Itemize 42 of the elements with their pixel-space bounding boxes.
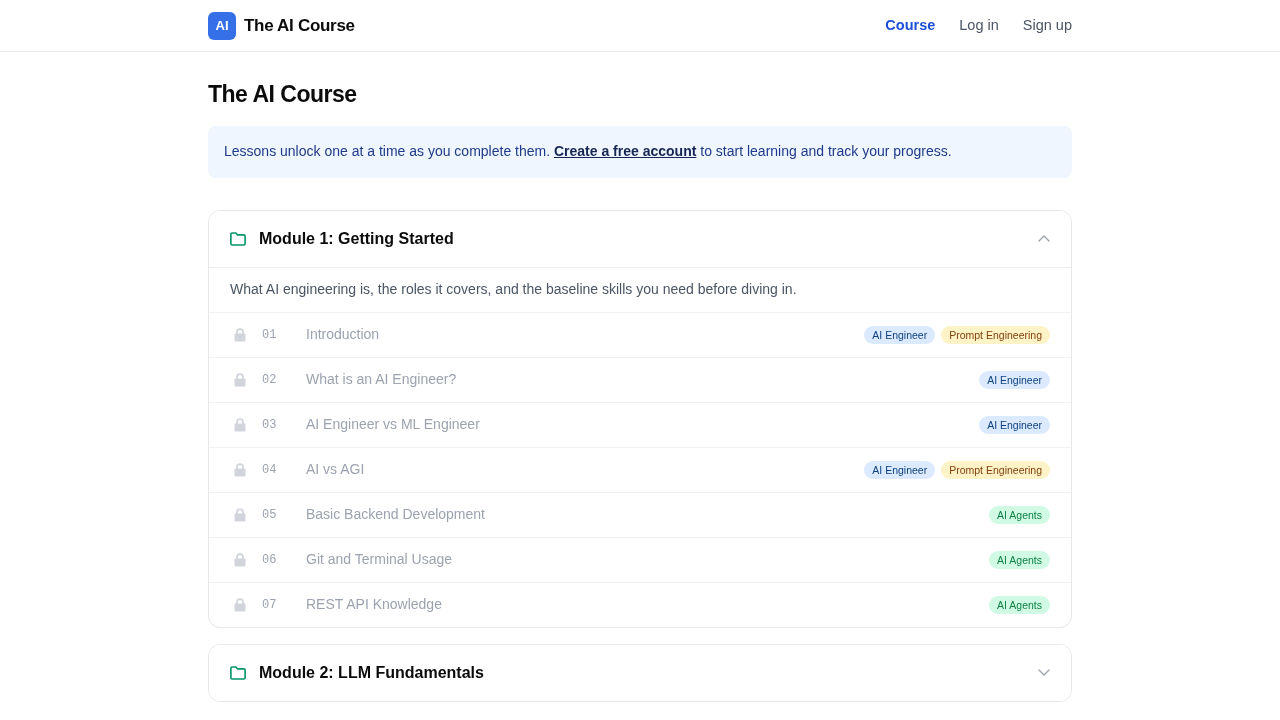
module-description: What AI engineering is, the roles it covers, and the baseline skills you need before diving in. [230,280,797,300]
site-title[interactable]: The AI Course [244,12,355,39]
lesson-number: 05 [262,506,278,524]
lesson-number: 04 [262,461,278,479]
topic-tag: AI Agents [989,550,1050,569]
topic-tag: AI Engineer [979,415,1050,434]
topic-tag: AI Engineer [979,370,1050,389]
topic-tag: AI Agents [989,505,1050,524]
topic-tag: Prompt Engineering [941,460,1050,479]
lesson-title: What is an AI Engineer? [306,370,458,390]
lesson-number: 03 [262,416,278,434]
page-title: The AI Course [208,81,358,109]
lesson-row[interactable]: 07 REST API Knowledge AI Agents [209,581,1071,627]
nav-link[interactable]: Sign up [1022,14,1072,37]
lesson-number: 06 [262,551,278,569]
topic-tag: AI Engineer [864,460,936,479]
lesson-title: Git and Terminal Usage [306,550,454,570]
lesson-title: AI vs AGI [306,460,366,480]
folder-icon [230,230,246,247]
lesson-row[interactable]: 01 Introduction AI Engineer Prompt Engineering [209,311,1071,357]
lesson-title: AI Engineer vs ML Engineer [306,415,481,435]
lesson-title: Introduction [306,325,381,345]
lesson-number: 07 [262,596,278,614]
topic-tag: AI Engineer [864,325,936,344]
logo-icon[interactable]: AI [208,11,236,40]
create-account-link[interactable]: Create a free account [553,143,697,160]
lesson-title: Basic Backend Development [306,505,486,525]
lesson-row[interactable]: 03 AI Engineer vs ML Engineer AI Engineer [209,401,1071,447]
info-notice: Lessons unlock one at a time as you complete them. Create a free account to start learning and track your progress. [224,142,952,162]
lesson-number: 01 [262,326,278,344]
nav-link[interactable]: Course [885,14,936,37]
lesson-row[interactable]: 06 Git and Terminal Usage AI Agents [209,536,1071,582]
folder-icon [230,664,246,681]
lesson-row[interactable]: 04 AI vs AGI AI Engineer Prompt Engineering [209,446,1071,492]
nav-link[interactable]: Log in [959,14,999,37]
lesson-row[interactable]: 02 What is an AI Engineer? AI Engineer [209,356,1071,402]
lesson-title: REST API Knowledge [306,595,443,615]
lesson-number: 02 [262,371,278,389]
topic-tag: Prompt Engineering [941,325,1050,344]
module-header[interactable]: Module 2: LLM Fundamentals [209,644,1071,701]
topic-tag: AI Agents [989,595,1050,614]
lesson-row[interactable]: 05 Basic Backend Development AI Agents [209,491,1071,537]
